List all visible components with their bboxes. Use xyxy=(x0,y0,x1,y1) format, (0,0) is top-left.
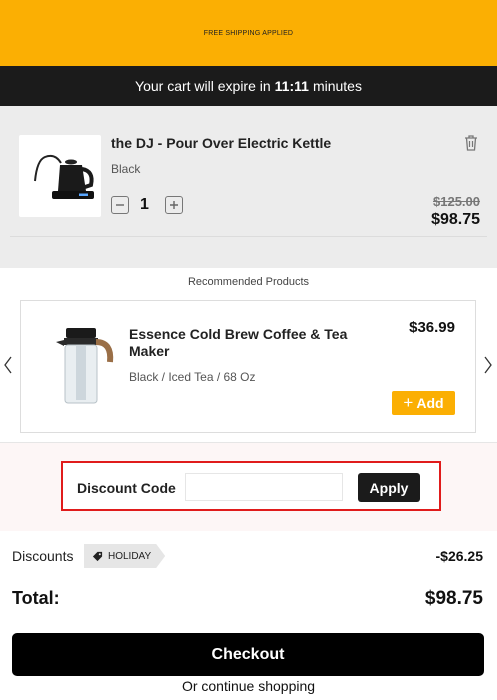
recommended-product-name[interactable]: Essence Cold Brew Coffee & Tea Maker xyxy=(129,326,369,360)
expiry-suffix: minutes xyxy=(312,78,362,94)
plus-icon: + xyxy=(403,393,414,412)
electric-kettle-image[interactable] xyxy=(19,135,101,217)
minus-icon xyxy=(116,204,124,206)
plus-icon xyxy=(170,201,178,209)
discount-code-label: Discount Code xyxy=(77,480,176,496)
chevron-right-icon[interactable] xyxy=(483,355,493,375)
continue-shopping-link[interactable]: Or continue shopping xyxy=(0,678,497,694)
recommended-product-price: $36.99 xyxy=(409,319,455,336)
cart-item-variant: Black xyxy=(111,162,141,176)
quantity-value: 1 xyxy=(140,196,149,213)
divider xyxy=(10,236,487,237)
add-to-cart-button[interactable]: + Add xyxy=(392,391,455,415)
discount-code-tag: HOLIDAY xyxy=(84,544,165,568)
cart-expiry-bar: Your cart will expire in 11:11 minutes xyxy=(0,66,497,106)
quantity-increase-button[interactable] xyxy=(165,196,183,214)
free-shipping-text: FREE SHIPPING APPLIED xyxy=(203,29,294,37)
trash-icon[interactable] xyxy=(463,134,479,152)
cart-item-title[interactable]: the DJ - Pour Over Electric Kettle xyxy=(111,135,331,151)
recommended-heading: Recommended Products xyxy=(187,276,310,288)
discounts-label: Discounts xyxy=(12,548,74,564)
apply-discount-button[interactable]: Apply xyxy=(358,473,420,502)
total-label: Total: xyxy=(12,588,60,608)
original-price: $125.00 xyxy=(433,194,480,209)
discount-amount: -$26.25 xyxy=(435,548,483,564)
discount-code-input[interactable] xyxy=(185,473,343,501)
discounted-price: $98.75 xyxy=(431,211,480,228)
checkout-button[interactable]: Checkout xyxy=(12,633,484,676)
chevron-left-icon[interactable] xyxy=(3,355,13,375)
tag-icon xyxy=(92,551,103,562)
quantity-decrease-button[interactable] xyxy=(111,196,129,214)
add-button-label: Add xyxy=(416,395,444,411)
expiry-prefix: Your cart will expire in xyxy=(135,78,271,94)
total-amount: $98.75 xyxy=(424,588,483,609)
cold-brew-pitcher-image[interactable] xyxy=(50,326,116,408)
expiry-timer: 11:11 xyxy=(274,78,309,94)
promo-banner: FREE SHIPPING APPLIED xyxy=(0,0,497,66)
discount-code-name: HOLIDAY xyxy=(108,550,152,562)
recommended-product-variant: Black / Iced Tea / 68 Oz xyxy=(129,370,256,384)
